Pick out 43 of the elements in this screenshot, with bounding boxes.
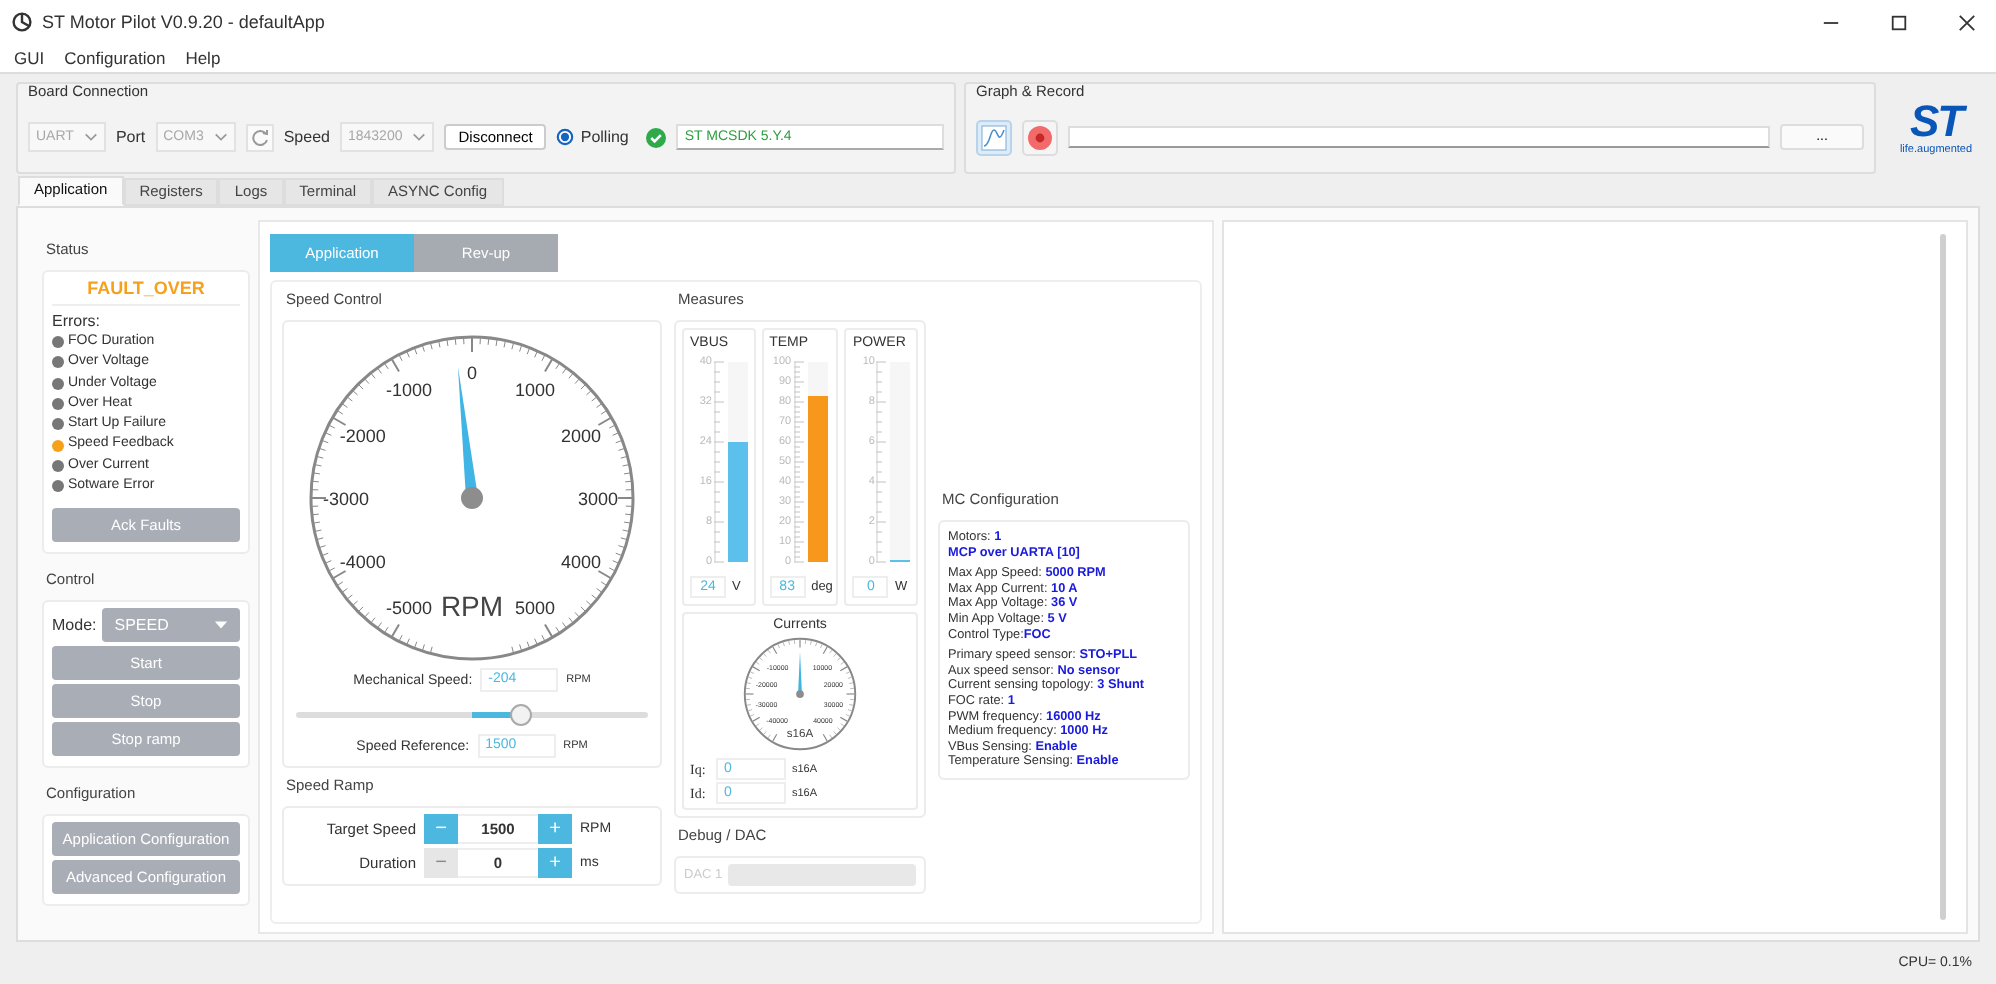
dial-label: 1000 xyxy=(514,379,556,400)
dial-label: 4000 xyxy=(561,552,602,572)
gauge-dial xyxy=(743,637,857,751)
dial-label: -1000 xyxy=(385,379,433,400)
polling-radio-button[interactable] xyxy=(556,128,575,146)
chevron-down-icon xyxy=(412,132,427,142)
mode-label: Mode: xyxy=(52,616,97,635)
dial-label: -5000 xyxy=(385,598,433,619)
dial-label: 2000 xyxy=(561,426,602,446)
dial-label: 0 xyxy=(467,363,477,383)
chevron-down-icon xyxy=(83,132,98,142)
slider-handle[interactable] xyxy=(509,704,532,726)
chevron-down-icon xyxy=(213,132,228,142)
refresh-icon[interactable] xyxy=(245,123,274,151)
app-logo-icon xyxy=(12,12,32,32)
dial-label: 5000 xyxy=(514,598,556,619)
window-title: ST Motor Pilot V0.9.20 - defaultApp xyxy=(42,12,325,32)
fault-status: FAULT_OVER xyxy=(52,278,240,306)
dial-label: -4000 xyxy=(339,552,386,572)
close-icon[interactable] xyxy=(1958,13,1976,31)
waveform-icon[interactable] xyxy=(976,119,1012,155)
scrollbar[interactable] xyxy=(1940,234,1946,920)
file-path-field[interactable] xyxy=(1068,126,1770,148)
decrement-button[interactable]: − xyxy=(424,814,458,844)
dial-label: 3000 xyxy=(577,489,619,509)
dial-label: -3000 xyxy=(322,489,370,509)
dial-label: -2000 xyxy=(339,426,386,446)
polling-label: Polling xyxy=(580,128,629,146)
increment-button[interactable]: + xyxy=(538,814,572,844)
caret-icon xyxy=(214,620,228,631)
menu-item[interactable]: Configuration xyxy=(64,48,166,68)
gauge-unit: RPM xyxy=(440,590,504,622)
menu-item[interactable]: GUI xyxy=(14,48,45,68)
maximize-icon[interactable] xyxy=(1890,13,1908,31)
logo-wordmark: ST xyxy=(1909,100,1963,144)
mode-dropdown[interactable]: SPEED xyxy=(102,608,240,643)
speed-label: Speed xyxy=(283,128,330,146)
check-circle-icon xyxy=(646,127,667,147)
menu-item[interactable]: Help xyxy=(185,48,221,68)
errors-label: Errors: xyxy=(52,312,102,332)
port-label: Port xyxy=(115,128,146,146)
record-icon[interactable] xyxy=(1022,119,1058,155)
increment-button[interactable]: + xyxy=(538,848,572,878)
